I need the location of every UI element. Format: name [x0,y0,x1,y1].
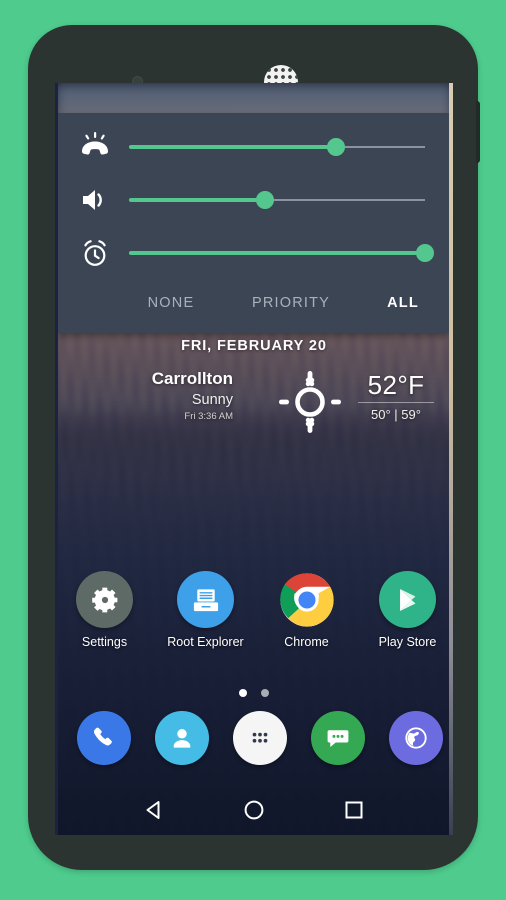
divider [358,402,434,403]
chrome-icon [278,571,335,628]
ringer-volume-icon [79,131,111,163]
media-volume-row [58,174,449,226]
zen-mode-priority-button[interactable]: PRIORITY [226,283,356,323]
dock [55,711,453,773]
app-label: Play Store [378,635,437,649]
screen-edge-left [55,83,58,835]
alarm-clock-icon [79,237,111,269]
back-triangle-icon[interactable] [141,797,167,823]
page-dot-active[interactable] [238,689,247,697]
dock-icon-contacts[interactable] [155,711,209,765]
volume-panel: NONE PRIORITY ALL [58,113,449,333]
phone-screen: NONE PRIORITY ALL FRI, FEBRUARY 20 Carro… [55,83,453,835]
gear-icon [76,571,133,628]
phone-device-frame: NONE PRIORITY ALL FRI, FEBRUARY 20 Carro… [28,25,480,870]
weather-location-block: Carrollton Sunny Fri 3:36 AM [103,368,233,424]
weather-high-low: 50° | 59° [371,407,421,422]
app-label: Root Explorer [167,635,244,649]
slider-fill [129,251,425,255]
weather-date: FRI, FEBRUARY 20 [181,338,327,354]
file-drawer-icon [177,571,234,628]
app-icon-root-explorer[interactable]: Root Explorer [156,571,255,649]
app-grid: Settings Root Explorer Chrome Play Store [55,571,453,661]
power-button[interactable] [476,101,480,163]
slider-thumb[interactable] [256,191,275,209]
dock-icon-browser[interactable] [389,711,443,765]
alarm-volume-row [58,227,449,279]
media-volume-slider[interactable] [129,191,425,209]
app-icon-play-store[interactable]: Play Store [358,571,453,649]
speaker-volume-icon [79,184,111,216]
sunny-icon [274,370,346,434]
zen-mode-all-button[interactable]: ALL [358,283,448,323]
recents-square-icon[interactable] [341,797,367,823]
app-icon-chrome[interactable]: Chrome [257,571,356,649]
alarm-volume-slider[interactable] [129,244,434,262]
dock-icon-app-drawer[interactable] [233,711,287,765]
zen-mode-selector: NONE PRIORITY ALL [58,283,449,323]
weather-widget[interactable]: FRI, FEBRUARY 20 Carrollton Sunny Fri 3:… [55,338,453,433]
zen-mode-none-button[interactable]: NONE [116,283,226,323]
home-circle-icon[interactable] [241,797,267,823]
app-label: Settings [81,635,128,649]
weather-temperature-block: 52°F 50° | 59° [350,370,442,423]
weather-condition: Sunny [191,392,233,408]
screen-edge-right [449,83,453,835]
slider-fill [129,198,266,202]
navigation-bar [55,783,453,835]
weather-city: Carrollton [151,369,233,388]
screenshot-root: NONE PRIORITY ALL FRI, FEBRUARY 20 Carro… [0,0,506,900]
app-label: Chrome [284,635,329,649]
app-icon-settings[interactable]: Settings [55,571,154,649]
slider-thumb[interactable] [416,244,434,262]
dock-icon-messaging[interactable] [311,711,365,765]
slider-thumb[interactable] [327,138,346,156]
weather-temperature: 52°F [367,370,425,400]
ringtone-volume-slider[interactable] [129,138,425,156]
phone-top-bezel [28,25,478,99]
weather-updated-time: Fri 3:36 AM [184,411,233,422]
page-indicator [55,684,453,697]
play-store-icon [379,571,436,628]
page-dot[interactable] [261,689,270,697]
ringtone-volume-row [58,121,449,173]
slider-fill [129,145,337,149]
dock-icon-phone[interactable] [77,711,131,765]
